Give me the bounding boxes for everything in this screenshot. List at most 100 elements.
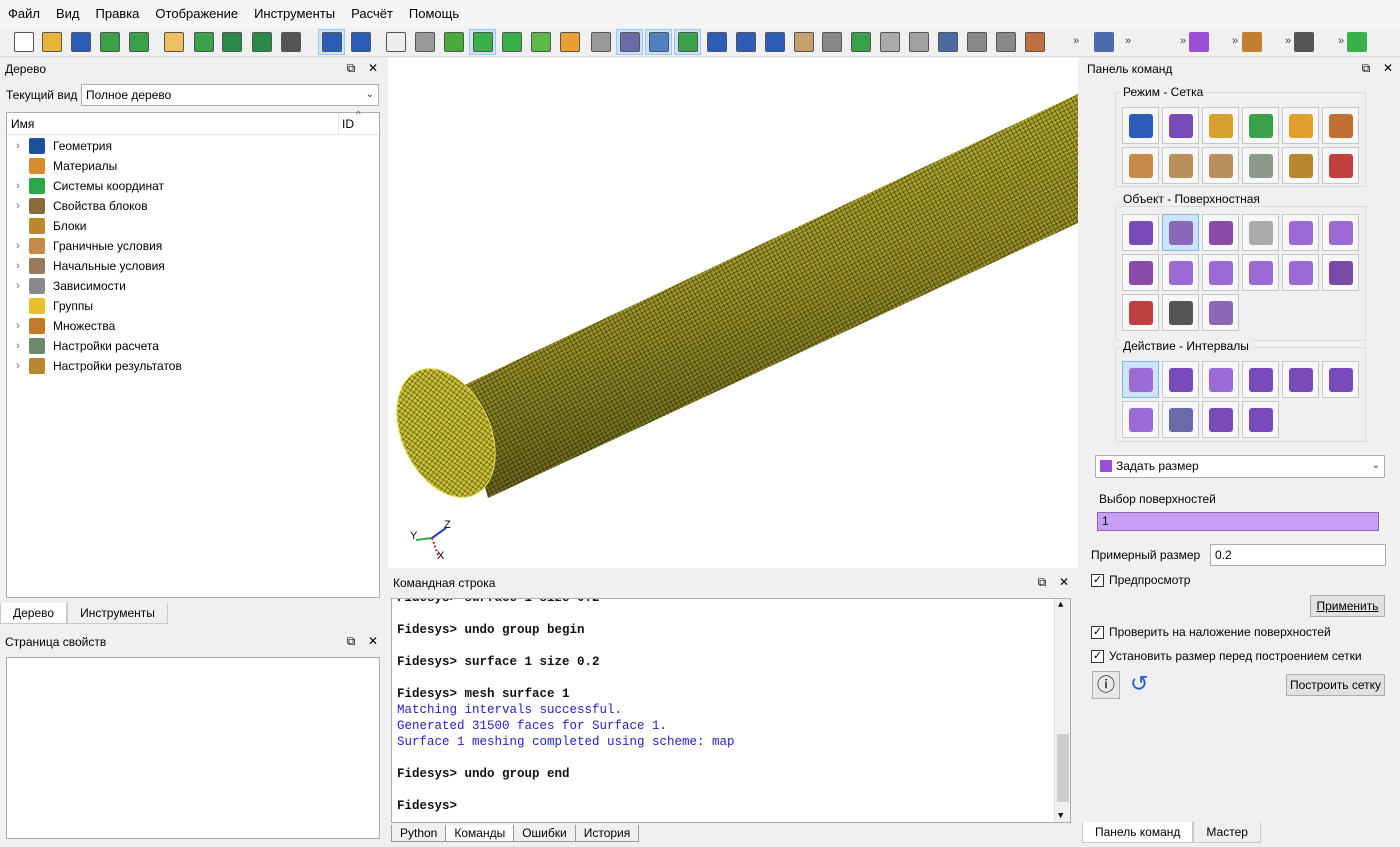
toolbar-button-34-icon[interactable] bbox=[1021, 29, 1048, 55]
tree-item[interactable]: › Граничные условия bbox=[7, 236, 379, 256]
toolbar-button-32-icon[interactable] bbox=[963, 29, 990, 55]
toolbar-button-0-icon[interactable] bbox=[10, 29, 37, 55]
tree-item[interactable]: › Зависимости bbox=[7, 276, 379, 296]
toolbar-button-17-icon[interactable] bbox=[527, 29, 554, 55]
menu-item-6[interactable]: Помощь bbox=[401, 0, 467, 28]
scroll-down-icon[interactable]: ▼ bbox=[1058, 811, 1063, 821]
tree-item[interactable]: Материалы bbox=[7, 156, 379, 176]
volume-icon[interactable] bbox=[1122, 214, 1159, 251]
build-mesh-button[interactable]: Построить сетку bbox=[1286, 674, 1385, 696]
toolbar-button-2-icon[interactable] bbox=[67, 29, 94, 55]
toolbar-extra-0-icon[interactable] bbox=[1090, 29, 1117, 55]
float-icon[interactable]: ⧉ bbox=[345, 634, 357, 648]
tri-icon[interactable] bbox=[1202, 254, 1239, 291]
mesh-mode-icon[interactable] bbox=[1162, 107, 1199, 144]
element-icon[interactable] bbox=[1322, 214, 1359, 251]
toolbar-button-8-icon[interactable] bbox=[248, 29, 275, 55]
tree-item[interactable]: › Геометрия bbox=[7, 136, 379, 156]
float-icon[interactable]: ⧉ bbox=[1360, 61, 1372, 75]
toolbar-button-11-icon[interactable] bbox=[347, 29, 374, 55]
close-icon[interactable]: ✕ bbox=[1382, 61, 1394, 75]
results-mode-icon[interactable] bbox=[1282, 147, 1319, 184]
normal-icon[interactable] bbox=[1322, 254, 1359, 291]
toolbar-button-23-icon[interactable] bbox=[703, 29, 730, 55]
toolbar-button-29-icon[interactable] bbox=[876, 29, 903, 55]
current-view-select[interactable]: Полное дерево ⌄ bbox=[81, 84, 379, 106]
tree-item[interactable]: Блоки bbox=[7, 216, 379, 236]
approx-size-input[interactable]: 0.2 bbox=[1210, 544, 1386, 566]
expand-arrow-icon[interactable]: › bbox=[7, 180, 29, 192]
tree-item[interactable]: › Начальные условия bbox=[7, 256, 379, 276]
tab-tools[interactable]: Инструменты bbox=[67, 603, 168, 624]
toolbar-extra-4-icon[interactable] bbox=[1343, 29, 1370, 55]
set-size-checkbox[interactable]: ✓ Установить размер перед построением сет… bbox=[1091, 649, 1362, 663]
toolbar-button-21-icon[interactable] bbox=[645, 29, 672, 55]
edge-icon[interactable] bbox=[1242, 254, 1279, 291]
toolbar-overflow-icon[interactable]: » bbox=[1180, 35, 1186, 47]
bc-mode-icon[interactable] bbox=[1122, 147, 1159, 184]
toolbar-button-13-icon[interactable] bbox=[411, 29, 438, 55]
toolbar-button-1-icon[interactable] bbox=[38, 29, 65, 55]
toolbar-button-28-icon[interactable] bbox=[847, 29, 874, 55]
toolbar-overflow-icon[interactable]: » bbox=[1285, 35, 1291, 47]
node-icon[interactable] bbox=[1282, 254, 1319, 291]
toolbar-button-4-icon[interactable] bbox=[125, 29, 152, 55]
sigma-icon[interactable] bbox=[1122, 294, 1159, 331]
expand-arrow-icon[interactable]: › bbox=[7, 200, 29, 212]
close-icon[interactable]: ✕ bbox=[367, 61, 379, 75]
toolbar-button-22-icon[interactable] bbox=[674, 29, 701, 55]
tetra-icon[interactable] bbox=[1122, 254, 1159, 291]
tab-command-panel[interactable]: Панель команд bbox=[1082, 822, 1194, 843]
group-icon[interactable] bbox=[1282, 214, 1319, 251]
tab-errors[interactable]: Ошибки bbox=[513, 825, 576, 842]
menu-item-2[interactable]: Правка bbox=[88, 0, 148, 28]
refine-icon[interactable] bbox=[1242, 361, 1279, 398]
preview-checkbox[interactable]: ✓ Предпросмотр bbox=[1091, 573, 1190, 587]
count-icon[interactable] bbox=[1162, 401, 1199, 438]
material-mode-icon[interactable] bbox=[1202, 107, 1239, 144]
menu-item-5[interactable]: Расчёт bbox=[343, 0, 401, 28]
expand-arrow-icon[interactable]: › bbox=[7, 240, 29, 252]
toolbar-button-26-icon[interactable] bbox=[790, 29, 817, 55]
tab-wizard[interactable]: Мастер bbox=[1193, 822, 1261, 843]
tab-history[interactable]: История bbox=[574, 825, 640, 842]
tree-item[interactable]: Группы bbox=[7, 296, 379, 316]
scroll-up-icon[interactable]: ▲ bbox=[1058, 600, 1063, 610]
toolbar-button-5-icon[interactable] bbox=[160, 29, 187, 55]
dependency-mode-icon[interactable] bbox=[1202, 147, 1239, 184]
toolbar-button-9-icon[interactable] bbox=[277, 29, 304, 55]
toolbar-button-7-icon[interactable] bbox=[218, 29, 245, 55]
tree-item[interactable]: › Настройки результатов bbox=[7, 356, 379, 376]
tree-item[interactable]: › Системы координат bbox=[7, 176, 379, 196]
tree-item[interactable]: › Множества bbox=[7, 316, 379, 336]
toolbar-overflow-icon[interactable]: » bbox=[1073, 35, 1079, 47]
tree-view[interactable]: Имя ID ^ › Геометрия Материалы › Системы коо… bbox=[6, 110, 380, 598]
toolbar-button-25-icon[interactable] bbox=[761, 29, 788, 55]
angle-icon[interactable] bbox=[1202, 401, 1239, 438]
menu-item-0[interactable]: Файл bbox=[0, 0, 48, 28]
grid-icon[interactable] bbox=[1162, 294, 1199, 331]
toolbar-button-12-icon[interactable] bbox=[382, 29, 409, 55]
blocks-mode-icon[interactable] bbox=[1282, 107, 1319, 144]
toolbar-button-15-icon[interactable] bbox=[469, 29, 496, 55]
smooth-icon[interactable] bbox=[1202, 361, 1239, 398]
surface-icon[interactable] bbox=[1162, 214, 1199, 251]
toolbar-button-19-icon[interactable] bbox=[587, 29, 614, 55]
toolbar-button-33-icon[interactable] bbox=[992, 29, 1019, 55]
column-name-header[interactable]: Имя bbox=[11, 117, 34, 131]
expand-arrow-icon[interactable]: › bbox=[7, 280, 29, 292]
expand-arrow-icon[interactable]: › bbox=[7, 320, 29, 332]
toolbar-button-24-icon[interactable] bbox=[732, 29, 759, 55]
toolbar-button-10-icon[interactable] bbox=[318, 29, 345, 55]
expand-arrow-icon[interactable]: › bbox=[7, 260, 29, 272]
tab-commands[interactable]: Команды bbox=[445, 825, 515, 842]
toolbar-button-20-icon[interactable] bbox=[616, 29, 643, 55]
table-icon[interactable] bbox=[1202, 294, 1239, 331]
menu-item-1[interactable]: Вид bbox=[48, 0, 88, 28]
scroll-thumb[interactable] bbox=[1057, 734, 1069, 802]
curve-icon[interactable] bbox=[1202, 214, 1239, 251]
toolbar-overflow-icon[interactable]: » bbox=[1338, 35, 1344, 47]
coord-mode-icon[interactable] bbox=[1242, 107, 1279, 144]
tab-tree[interactable]: Дерево bbox=[0, 603, 68, 624]
scheme-icon[interactable] bbox=[1162, 361, 1199, 398]
